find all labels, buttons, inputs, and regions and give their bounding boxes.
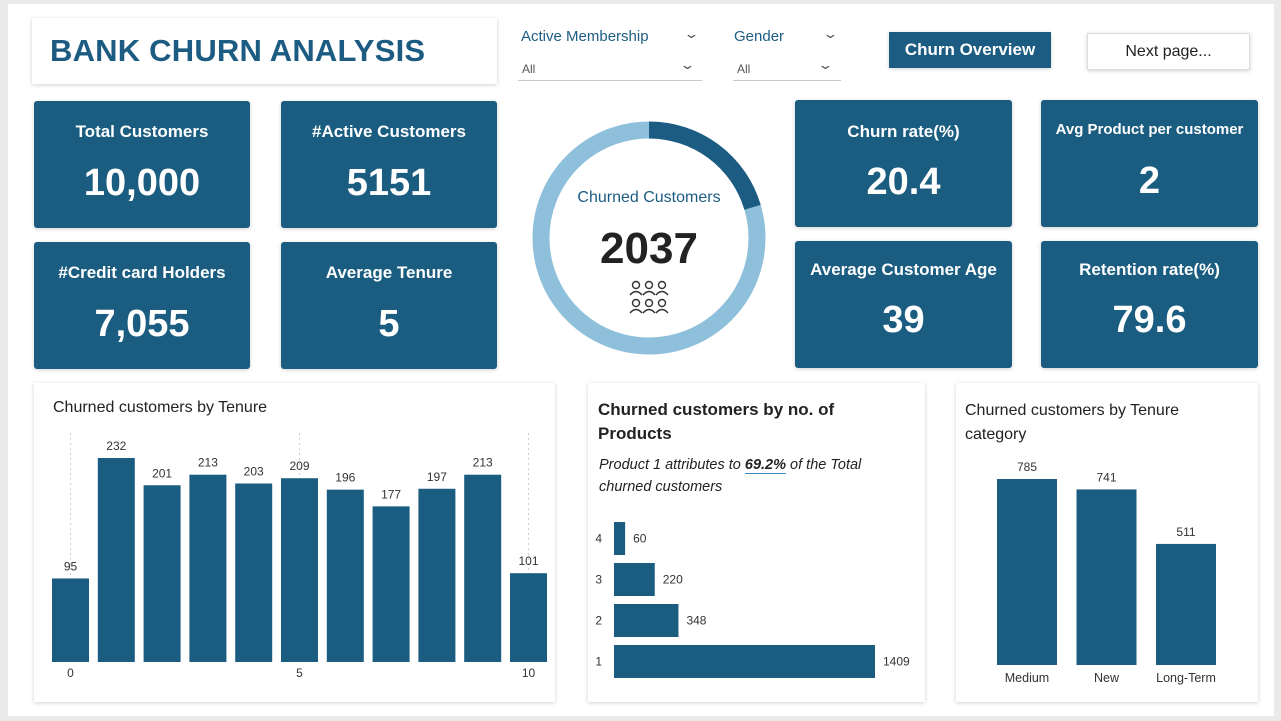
- data-label: 203: [244, 465, 264, 479]
- tenure-category-chart-title: Churned customers by Tenure category: [965, 402, 1180, 443]
- bar: [52, 578, 89, 662]
- tick-label: 3: [595, 573, 602, 587]
- bar: [614, 563, 655, 596]
- kpi-active-customers: #Active Customers 5151: [281, 101, 497, 228]
- chevron-down-icon: ⌄: [817, 57, 834, 72]
- data-label: 209: [289, 459, 309, 473]
- tenure-chart-title: Churned customers by Tenure: [53, 399, 268, 416]
- data-label: 220: [663, 573, 683, 587]
- kpi-label: Average Customer Age: [810, 260, 997, 279]
- kpi-value: 7,055: [94, 303, 190, 345]
- tick-label: 0: [67, 666, 74, 680]
- next-page-button[interactable]: Next page...: [1087, 33, 1250, 70]
- kpi-average-tenure: Average Tenure 5: [281, 242, 497, 369]
- kpi-avg-product: Avg Product per customer 2: [1041, 100, 1258, 227]
- subtitle-text: Product 1 attributes to: [599, 457, 745, 473]
- bar: [97, 458, 135, 662]
- kpi-total-customers: Total Customers 10,000: [34, 101, 250, 228]
- kpi-value: 5: [378, 303, 400, 345]
- data-label: 348: [686, 614, 706, 628]
- active-membership-label: Active Membership: [521, 28, 649, 45]
- products-chart-subtitle: Product 1 attributes to 69.2% of the Tot…: [599, 454, 909, 498]
- data-label: 201: [152, 466, 172, 480]
- kpi-value: 39: [882, 299, 925, 341]
- tick-label: 1: [595, 655, 602, 669]
- data-label: 101: [518, 554, 538, 568]
- kpi-average-age: Average Customer Age 39: [795, 241, 1012, 368]
- kpi-label: #Active Customers: [311, 122, 466, 141]
- bar: [281, 478, 318, 662]
- chevron-down-icon[interactable]: ⌄: [822, 26, 838, 42]
- data-label: 196: [335, 471, 355, 485]
- kpi-churn-rate: Churn rate(%) 20.4: [795, 100, 1012, 227]
- kpi-value: 10,000: [83, 162, 201, 204]
- kpi-value: 5151: [346, 162, 432, 204]
- chevron-down-icon: ⌄: [679, 57, 696, 72]
- bar: [326, 489, 364, 662]
- bar: [464, 474, 502, 662]
- tenure-category-bar-chart: 785 Medium 741 New 511 Long-Term: [997, 460, 1216, 685]
- tick-label: 5: [296, 666, 303, 680]
- bar: [189, 474, 227, 662]
- donut-label: Churned Customers: [577, 189, 721, 206]
- data-label: 177: [381, 487, 401, 501]
- kpi-label: Retention rate(%): [1079, 260, 1220, 279]
- kpi-label: Avg Product per customer: [1055, 121, 1244, 138]
- tick-label: 10: [522, 666, 536, 680]
- bar: [372, 506, 410, 662]
- tick-label: New: [1094, 671, 1120, 685]
- products-bar-chart: 60 4 220 3 348 2 1409 1: [595, 522, 910, 678]
- data-label: 232: [106, 439, 126, 453]
- bar: [614, 604, 679, 637]
- data-label: 741: [1096, 470, 1116, 484]
- kpi-label: Total Customers: [75, 122, 209, 141]
- data-label: 1409: [883, 655, 910, 669]
- kpi-credit-card-holders: #Credit card Holders 7,055: [34, 242, 250, 369]
- bar: [510, 573, 547, 662]
- kpi-label: Churn rate(%): [847, 122, 960, 141]
- bar: [997, 479, 1057, 665]
- kpi-label: #Credit card Holders: [58, 263, 226, 282]
- kpi-value: 2: [1138, 160, 1161, 202]
- gender-dropdown[interactable]: All ⌄: [733, 55, 841, 81]
- data-label: 213: [198, 456, 218, 470]
- kpi-label: Average Tenure: [325, 263, 453, 282]
- kpi-value: 20.4: [866, 161, 941, 203]
- people-group-icon: [629, 280, 669, 314]
- bar: [418, 488, 456, 662]
- data-label: 511: [1176, 525, 1195, 539]
- bar: [1076, 489, 1137, 665]
- bar: [614, 522, 626, 555]
- bar: [143, 485, 181, 662]
- tick-label: Medium: [1005, 671, 1049, 685]
- tenure-bar-chart: 95 0 232 201 213 203 209 5 196 177 197 213 101 10: [52, 433, 547, 680]
- gender-value: All: [737, 62, 751, 76]
- churn-overview-button[interactable]: Churn Overview: [889, 32, 1051, 68]
- data-label: 60: [633, 532, 647, 546]
- bar: [614, 645, 875, 678]
- data-label: 785: [1017, 460, 1037, 474]
- data-label: 197: [427, 470, 447, 484]
- gender-label: Gender: [734, 28, 785, 45]
- active-membership-value: All: [522, 62, 536, 76]
- tick-label: Long-Term: [1156, 671, 1216, 685]
- donut-value: 2037: [600, 224, 698, 273]
- subtitle-highlight: 69.2%: [744, 457, 787, 474]
- bar: [1156, 543, 1216, 665]
- kpi-retention-rate: Retention rate(%) 79.6: [1041, 241, 1258, 368]
- tick-label: 2: [595, 614, 602, 628]
- page-title: BANK CHURN ANALYSIS: [50, 33, 426, 68]
- bar: [235, 483, 273, 662]
- products-chart-title: Churned customers by no. of Products: [598, 400, 835, 443]
- data-label: 95: [64, 559, 78, 573]
- tick-label: 4: [595, 532, 602, 546]
- data-label: 213: [473, 456, 493, 470]
- active-membership-dropdown[interactable]: All ⌄: [518, 55, 702, 81]
- chevron-down-icon[interactable]: ⌄: [683, 26, 699, 42]
- kpi-value: 79.6: [1112, 299, 1187, 341]
